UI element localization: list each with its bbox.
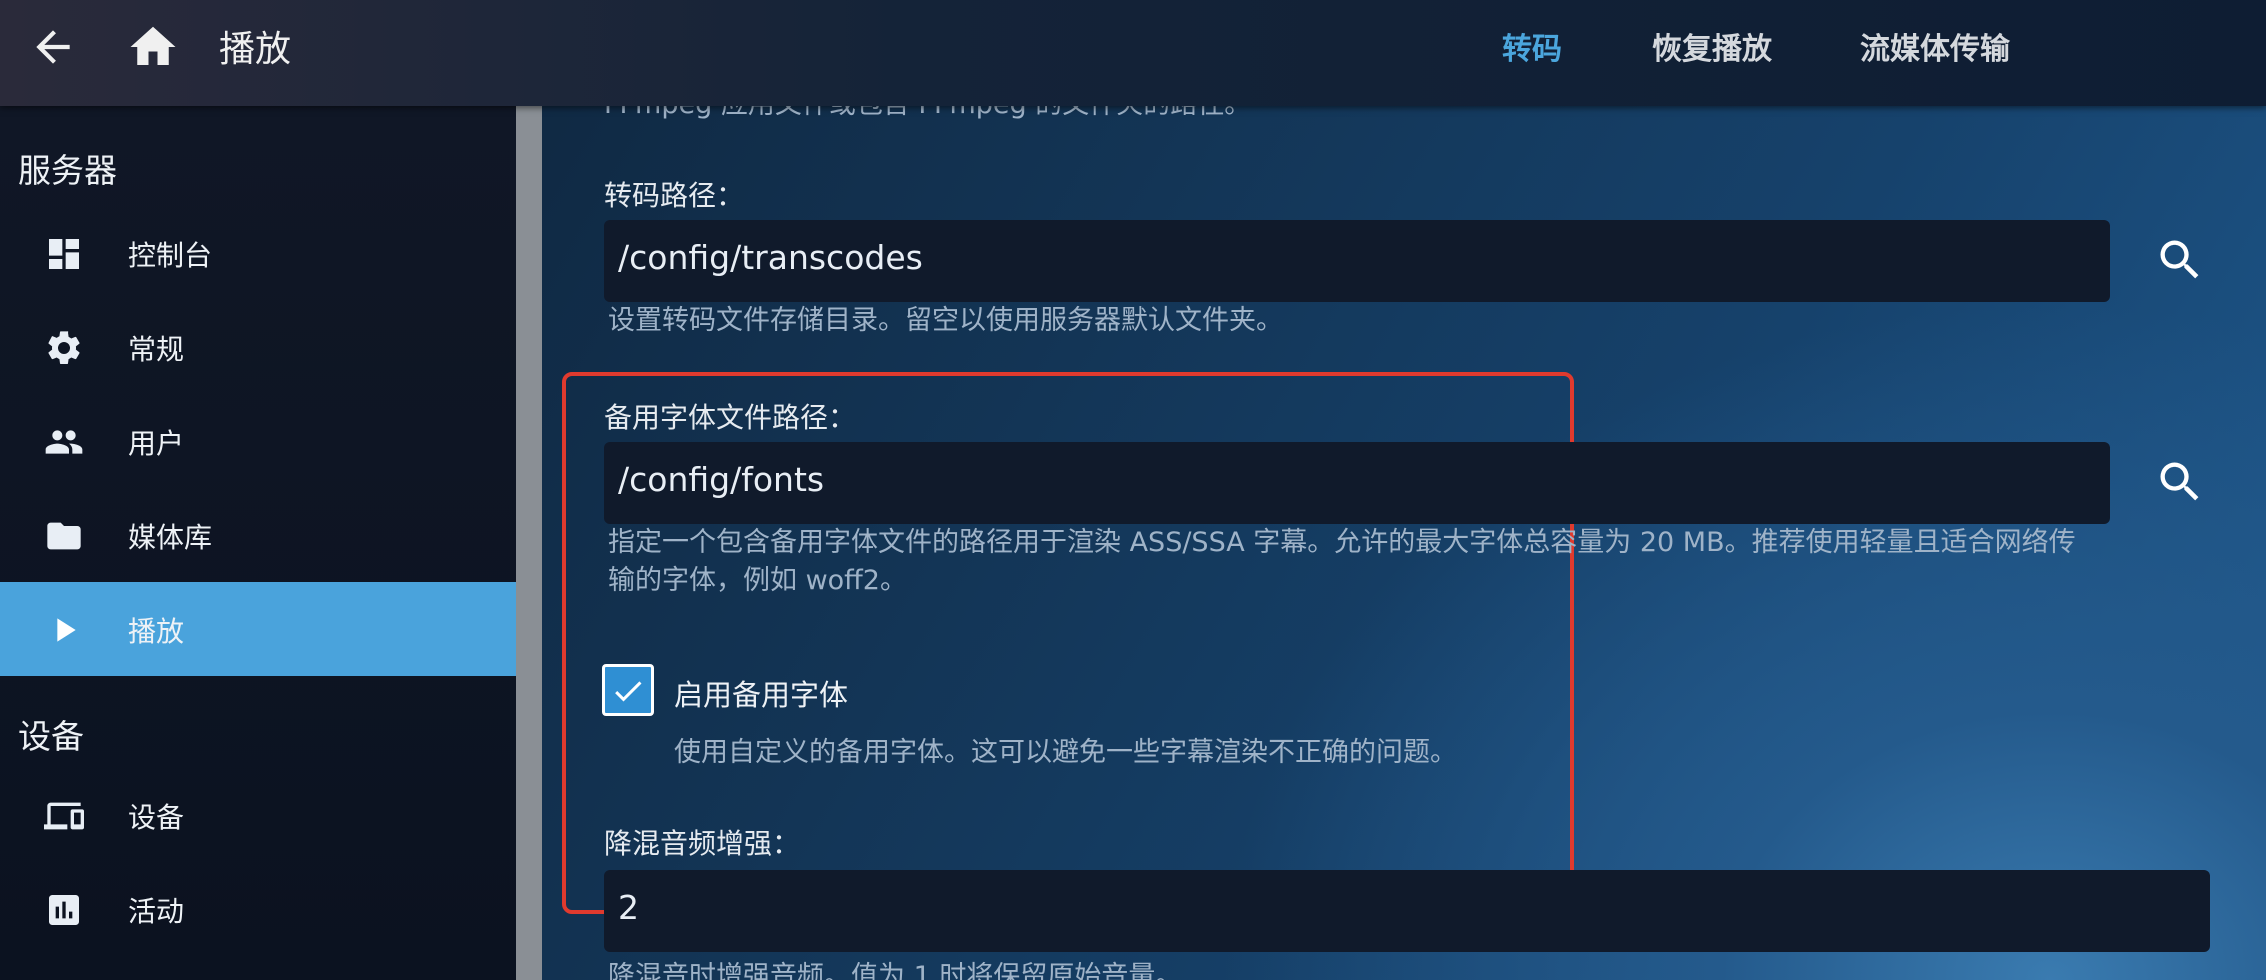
downmix-boost-label: 降混音频增强： [604, 827, 801, 860]
sidebar-item-label: 媒体库 [128, 521, 213, 554]
dashboard-icon [49, 239, 79, 269]
enable-fallback-font-help: 使用自定义的备用字体。这可以避免一些字幕渲染不正确的问题。 [674, 737, 1457, 768]
enable-fallback-font-label[interactable]: 启用备用字体 [674, 672, 848, 714]
transcode-path-input[interactable]: /config/transcodes [604, 220, 2110, 302]
fallback-font-help-line2: 输的字体，例如 woff2。 [608, 565, 907, 596]
gear-icon [48, 331, 80, 364]
sidebar-item-users[interactable]: 用户 [0, 394, 516, 488]
tab-transcoding[interactable]: 转码 [1502, 24, 1562, 68]
sidebar-item-label: 播放 [128, 615, 185, 648]
transcode-path-help: 设置转码文件存储目录。留空以使用服务器默认文件夹。 [608, 305, 1283, 336]
sidebar-item-label: 控制台 [128, 239, 213, 272]
activity-icon [49, 895, 79, 925]
sidebar-item-label: 设备 [128, 801, 185, 834]
main-content: FFmpeg 应用文件或包含 FFmpeg 的文件夹的路径。 转码路径： /co… [542, 106, 2266, 980]
fallback-font-help-line1: 指定一个包含备用字体文件的路径用于渲染 ASS/SSA 字幕。允许的最大字体总容… [608, 527, 2076, 558]
people-icon [45, 430, 83, 454]
back-arrow-icon[interactable] [28, 22, 78, 72]
home-icon[interactable] [126, 20, 180, 74]
checkmark-icon [615, 681, 642, 702]
page-title: 播放 [219, 29, 292, 70]
sidebar-item-playback[interactable]: 播放 [0, 582, 516, 676]
sidebar-item-general[interactable]: 常规 [0, 300, 516, 394]
enable-fallback-font-checkbox[interactable] [602, 664, 654, 716]
top-header: 播放 转码 恢复播放 流媒体传输 [0, 0, 2266, 106]
sidebar-item-libraries[interactable]: 媒体库 [0, 488, 516, 582]
sidebar-item-activity[interactable]: 活动 [0, 862, 516, 956]
fallback-font-path-help: 指定一个包含备用字体文件的路径用于渲染 ASS/SSA 字幕。允许的最大字体总容… [608, 524, 2228, 600]
sidebar-item-devices[interactable]: 设备 [0, 768, 516, 862]
downmix-boost-help: 降混音时增强音频。值为 1 时将保留原始音量。 [608, 961, 1183, 980]
tab-resume[interactable]: 恢复播放 [1652, 24, 1772, 68]
sidebar-section-server: 服务器 [18, 151, 117, 190]
sidebar-item-label: 用户 [128, 427, 185, 460]
fallback-font-path-label: 备用字体文件路径： [604, 401, 857, 434]
sidebar-item-dashboard[interactable]: 控制台 [0, 206, 516, 300]
sidebar: 服务器 控制台 常规 用户 媒体库 播放 设备 设备 活动 [0, 106, 516, 980]
devices-icon [44, 802, 84, 830]
search-icon[interactable] [2154, 456, 2206, 508]
fallback-font-path-input[interactable]: /config/fonts [604, 442, 2110, 524]
play-icon [57, 618, 76, 642]
transcode-path-label: 转码路径： [604, 179, 745, 212]
folder-icon [47, 522, 81, 550]
tab-streaming[interactable]: 流媒体传输 [1860, 24, 2010, 68]
sidebar-item-label: 活动 [128, 895, 185, 928]
ffmpeg-path-help: FFmpeg 应用文件或包含 FFmpeg 的文件夹的路径。 [604, 106, 1251, 121]
sidebar-scrollbar[interactable] [516, 106, 542, 980]
downmix-boost-input[interactable]: 2 [604, 870, 2210, 952]
sidebar-section-devices: 设备 [18, 717, 84, 756]
search-icon[interactable] [2154, 234, 2206, 286]
sidebar-item-label: 常规 [128, 333, 185, 366]
